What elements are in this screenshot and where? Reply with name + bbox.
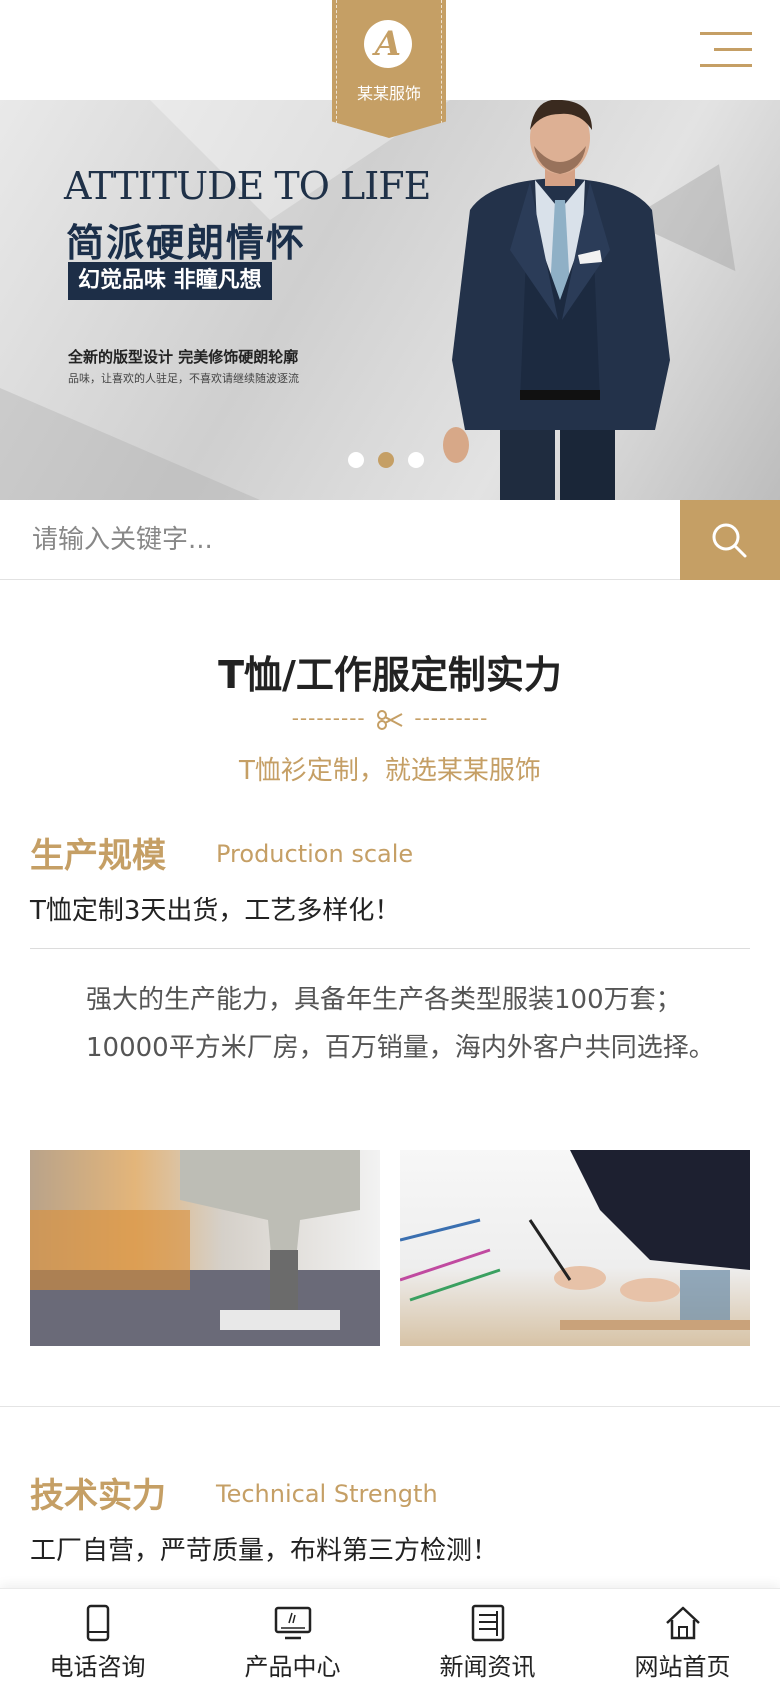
nav-label: 电话咨询 <box>49 1653 146 1681</box>
technical-title: 技术实力 <box>30 1476 166 1516</box>
production-paragraph: 强大的生产能力，具备年生产各类型服装100万套；10000平方米厂房，百万销量，… <box>86 985 715 1063</box>
carousel-dots[interactable] <box>348 452 438 472</box>
model-in-suit-image <box>443 100 670 500</box>
nav-label: 网站首页 <box>634 1653 731 1681</box>
banner-subtitle: 全新的版型设计 完美修饰硬朗轮廓 <box>68 348 299 366</box>
nav-item-home[interactable]: 网站首页 <box>585 1589 780 1688</box>
design-drawing-photo[interactable] <box>400 1150 750 1346</box>
nav-item-phone[interactable]: 电话咨询 <box>0 1589 195 1688</box>
hamburger-menu-icon[interactable] <box>700 28 752 70</box>
banner-caption: 品味，让喜欢的人驻足，不喜欢请继续随波逐流 <box>68 372 299 385</box>
monitor-icon <box>274 1606 312 1640</box>
home-icon <box>666 1606 700 1640</box>
section-separator <box>0 1406 780 1407</box>
logo-text: 某某服饰 <box>356 84 421 103</box>
news-icon <box>471 1604 505 1642</box>
production-desc: T恤定制3天出货，工艺多样化！ <box>30 896 401 926</box>
carousel-dot[interactable] <box>348 452 364 468</box>
nav-item-news[interactable]: 新闻资讯 <box>390 1589 585 1688</box>
search-icon <box>712 523 747 558</box>
nav-item-products[interactable]: 产品中心 <box>195 1589 390 1688</box>
bottom-nav: 电话咨询 产品中心 新闻资讯 网站首页 <box>0 1588 780 1688</box>
banner-tag: 幻觉品味 非瞳凡想 <box>68 262 272 300</box>
search-bar <box>0 500 780 580</box>
section-subtitle: T恤衫定制，就选某某服饰 <box>239 756 541 786</box>
nav-label: 新闻资讯 <box>439 1653 536 1681</box>
technical-title-en: Technical Strength <box>216 1480 438 1508</box>
logo[interactable]: A 某某服饰 <box>332 0 446 138</box>
production-title-en: Production scale <box>216 840 414 868</box>
technical-desc: 工厂自营，严苛质量，布料第三方检测！ <box>30 1536 499 1566</box>
carousel-dot[interactable] <box>408 452 424 468</box>
scissors-icon <box>377 709 403 730</box>
banner-title-en: ATTITUDE TO LIFE <box>64 164 431 208</box>
hero-banner[interactable]: ATTITUDE TO LIFE 简派硬朗情怀 幻觉品味 非瞳凡想 全新的版型设… <box>0 100 780 500</box>
carousel-dot-active[interactable] <box>378 452 394 468</box>
banner-slogan: 简派硬朗情怀 <box>66 221 307 265</box>
section-divider: --------- --------- <box>291 706 489 730</box>
logo-mark: A <box>364 20 412 68</box>
production-title: 生产规模 <box>30 836 166 876</box>
divider-line <box>30 948 750 949</box>
search-button[interactable] <box>680 500 780 580</box>
nav-label: 产品中心 <box>244 1653 341 1681</box>
section-title: T恤/工作服定制实力 <box>218 653 562 697</box>
phone-icon <box>86 1604 110 1642</box>
search-input[interactable] <box>0 500 680 579</box>
sewing-machine-photo[interactable] <box>30 1150 380 1346</box>
